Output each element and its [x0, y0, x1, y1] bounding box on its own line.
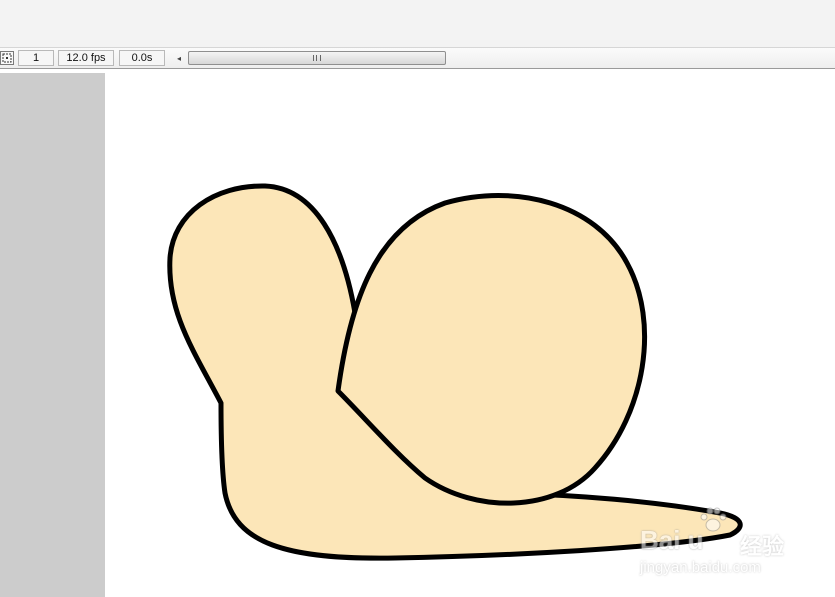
watermark-logo-suffix: 经验 — [740, 534, 785, 559]
watermark-logo-text: Bai u — [640, 525, 704, 555]
center-frame-icon — [2, 53, 12, 63]
timeline-status-bar: 1 12.0 fps 0.0s ◂ — [0, 47, 835, 69]
baidu-jingyan-watermark: Bai u 经验 jingyan.baidu.com — [640, 505, 800, 585]
scroll-left-arrow-icon[interactable]: ◂ — [172, 51, 186, 65]
watermark-url: jingyan.baidu.com — [640, 559, 761, 576]
center-frame-button[interactable] — [0, 51, 14, 65]
timeline-horizontal-scrollbar[interactable] — [188, 51, 446, 65]
frame-rate-field[interactable]: 12.0 fps — [58, 50, 114, 66]
elapsed-time-field: 0.0s — [119, 50, 165, 66]
scrollbar-grip-icon — [313, 55, 321, 61]
current-frame-field[interactable]: 1 — [18, 50, 54, 66]
scrollbar-thumb[interactable] — [188, 51, 446, 65]
pasteboard-left — [0, 73, 105, 597]
flash-editor-window: 1 12.0 fps 0.0s ◂ Bai u 经验 jingyan.baidu… — [0, 0, 835, 597]
timeline-panel-area — [0, 0, 835, 47]
